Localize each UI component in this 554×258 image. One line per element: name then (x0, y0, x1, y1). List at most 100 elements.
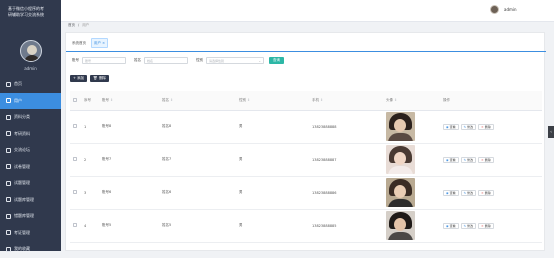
sidebar-item-label: 用户 (14, 97, 22, 103)
book-icon (6, 131, 11, 137)
sidebar-item-label: 考研资料 (14, 130, 30, 136)
star-icon (6, 246, 11, 252)
edit-button[interactable]: ✎ 修改 (460, 156, 477, 163)
tab-divider (66, 51, 546, 52)
tab-bar: 系统首页 用户 × (70, 38, 109, 48)
sidebar-item-materials[interactable]: 考研资料 (0, 126, 61, 143)
sidebar-item-label: 试卷管理 (14, 163, 30, 169)
sidebar-item-home[interactable]: 首页 (0, 76, 61, 93)
cell-phone: 13823888887 (312, 143, 386, 177)
cell-account: 账号7 (102, 143, 162, 177)
gender-select[interactable]: 请选择性别 ⌄ (206, 57, 264, 64)
sort-icon: ⇕ (170, 97, 174, 102)
header-name[interactable]: 姓名 ⇕ (162, 91, 239, 111)
row-checkbox[interactable] (73, 223, 77, 227)
edit-button[interactable]: ✎ 修改 (460, 123, 477, 130)
breadcrumb-home[interactable]: 首页 (68, 23, 75, 28)
sidebar-item-favorites[interactable]: 我的收藏 (0, 241, 61, 258)
cell-name: 姓名8 (162, 110, 239, 144)
sidebar-item-error-bank[interactable]: 错题库管理 (0, 208, 61, 225)
sidebar: 基于微信小程序的考 研辅助学习交流系统 admin 首页 用户 资料分类 考研资… (0, 0, 61, 252)
view-button[interactable]: ◉ 查看 (443, 156, 459, 163)
table-row: 2 账号7 姓名7 男 13823888887 ◉ 查看 ✎ 修改 ✕ 删除 (70, 143, 542, 177)
table-row: 3 账号6 姓名6 男 13823888886 ◉ 查看 ✎ 修改 ✕ 删除 (70, 176, 542, 210)
account-input[interactable]: 账号 (82, 57, 126, 64)
chevron-down-icon: ⌄ (258, 59, 261, 63)
row-actions: ◉ 查看 ✎ 修改 ✕ 删除 (443, 189, 542, 196)
row-checkbox[interactable] (73, 157, 77, 161)
sidebar-item-user[interactable]: 用户 (0, 92, 61, 109)
sidebar-item-forum[interactable]: 交流论坛 (0, 142, 61, 159)
avatar-photo (386, 145, 415, 174)
chevron-left-icon: ‹ (550, 129, 552, 134)
sidebar-item-label: 考证管理 (14, 229, 30, 235)
avatar-photo (386, 112, 415, 141)
header-gender[interactable]: 性别 ⇕ (239, 91, 312, 111)
error-book-icon (6, 213, 11, 219)
tab-home[interactable]: 系统首页 (70, 39, 88, 47)
cell-gender: 男 (239, 209, 312, 243)
eye-icon: ◉ (446, 223, 449, 228)
user-icon (6, 98, 11, 104)
trash-icon: ✕ (481, 124, 484, 129)
tab-user[interactable]: 用户 × (91, 38, 109, 48)
settings-drawer-handle[interactable]: ‹ (548, 126, 554, 138)
row-actions: ◉ 查看 ✎ 修改 ✕ 删除 (443, 222, 542, 229)
sidebar-item-question-bank[interactable]: 试题库管理 (0, 192, 61, 209)
view-button[interactable]: ◉ 查看 (443, 189, 459, 196)
sidebar-item-label: 我的收藏 (14, 246, 30, 252)
sidebar-item-material-category[interactable]: 资料分类 (0, 109, 61, 126)
sidebar-username: admin (24, 66, 37, 71)
cell-index: 3 (84, 176, 102, 210)
sidebar-item-questions[interactable]: 试题管理 (0, 175, 61, 192)
trash-icon: 🗑 (93, 76, 98, 80)
paper-icon (6, 164, 11, 170)
system-title: 基于微信小程序的考 研辅助学习交流系统 (0, 0, 61, 18)
delete-button[interactable]: ✕ 删除 (478, 156, 494, 163)
batch-delete-label: 删除 (99, 76, 106, 80)
table-row: 1 账号8 姓名8 男 13823888888 ◉ 查看 ✎ 修改 ✕ 删除 (70, 110, 542, 144)
edit-icon: ✎ (463, 190, 467, 195)
list-icon (6, 180, 11, 186)
sidebar-avatar (20, 40, 42, 62)
view-button[interactable]: ◉ 查看 (443, 222, 459, 229)
user-table: 序号 账号 ⇕ 姓名 ⇕ 性别 ⇕ 手机 ⇕ 头像 ⇕ 操作 1 账号8 姓名8… (70, 91, 542, 243)
table-header-row: 序号 账号 ⇕ 姓名 ⇕ 性别 ⇕ 手机 ⇕ 头像 ⇕ 操作 (70, 91, 542, 111)
cell-index: 1 (84, 110, 102, 144)
trash-icon: ✕ (481, 157, 484, 162)
select-all-checkbox[interactable] (73, 97, 77, 102)
delete-button[interactable]: ✕ 删除 (478, 189, 494, 196)
header-phone[interactable]: 手机 ⇕ (312, 91, 386, 111)
sidebar-item-papers[interactable]: 试卷管理 (0, 159, 61, 176)
row-checkbox[interactable] (73, 190, 77, 194)
cell-name: 姓名6 (162, 176, 239, 210)
delete-button[interactable]: ✕ 删除 (478, 123, 494, 130)
sidebar-item-certificates[interactable]: 考证管理 (0, 225, 61, 242)
row-checkbox[interactable] (73, 124, 77, 128)
folder-icon (6, 114, 11, 120)
gender-select-value: 请选择性别 (209, 59, 225, 63)
edit-icon: ✎ (463, 124, 467, 129)
header-avatar[interactable]: 头像 ⇕ (386, 91, 443, 111)
edit-button[interactable]: ✎ 修改 (460, 189, 477, 196)
cell-gender: 男 (239, 176, 312, 210)
add-button[interactable]: + 添加 (70, 75, 88, 82)
batch-delete-button[interactable]: 🗑 删除 (90, 75, 109, 82)
sidebar-item-label: 资料分类 (14, 114, 30, 120)
avatar-photo (386, 211, 415, 240)
name-input[interactable]: 姓名 (144, 57, 188, 64)
chat-icon (6, 147, 11, 153)
edit-button[interactable]: ✎ 修改 (460, 222, 477, 229)
topbar-username[interactable]: admin (504, 7, 517, 12)
view-button[interactable]: ◉ 查看 (443, 123, 459, 130)
breadcrumb: 首页 / 用户 (68, 23, 89, 28)
cell-gender: 男 (239, 110, 312, 144)
topbar-avatar[interactable] (490, 5, 499, 14)
search-form: 账号 账号 姓名 姓名 性别 请选择性别 ⌄ 查询 (72, 57, 284, 64)
header-account[interactable]: 账号 ⇕ (102, 91, 162, 111)
cell-account: 账号6 (102, 176, 162, 210)
sort-icon: ⇕ (110, 97, 114, 102)
search-button[interactable]: 查询 (269, 57, 284, 64)
delete-button[interactable]: ✕ 删除 (478, 222, 494, 229)
account-label: 账号 (72, 58, 79, 62)
